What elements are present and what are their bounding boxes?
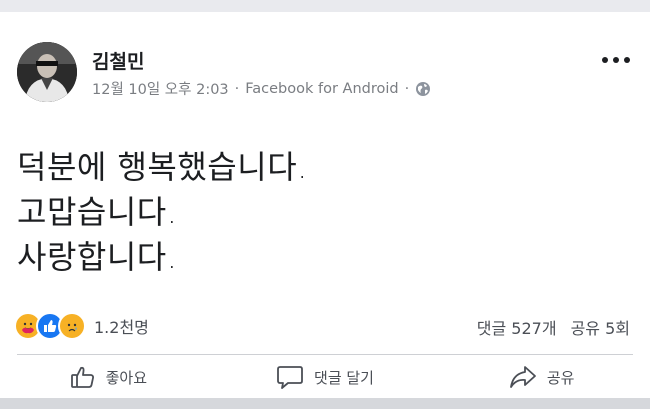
thumbs-up-icon [70, 365, 96, 389]
share-count[interactable]: 공유 5회 [571, 315, 630, 339]
dot-icon [602, 57, 608, 63]
share-button[interactable]: 공유 [433, 357, 650, 397]
post-source: Facebook for Android [245, 80, 399, 97]
post-body-line: 고맙습니다. [17, 193, 178, 231]
post-body-line: 사랑합니다. [17, 238, 178, 276]
divider [17, 354, 633, 355]
post-meta: 12월 10일 오후 2:03 · Facebook for Android · [92, 78, 431, 99]
comment-label: 댓글 달기 [314, 368, 374, 387]
sad-reaction-icon [58, 312, 86, 340]
globe-icon [415, 81, 431, 97]
reaction-icons [14, 312, 86, 340]
meta-separator: · [404, 80, 410, 97]
post-body-line: 덕분에 행복했습니다. [17, 148, 308, 186]
like-label: 좋아요 [105, 368, 148, 387]
reaction-count[interactable]: 1.2천명 [94, 314, 149, 338]
like-button[interactable]: 좋아요 [0, 357, 217, 397]
avatar[interactable] [17, 42, 77, 102]
more-options-button[interactable] [602, 53, 630, 67]
share-label: 공유 [546, 368, 575, 387]
comment-count[interactable]: 댓글 527개 [477, 315, 557, 339]
author-name[interactable]: 김철민 [92, 47, 144, 74]
post-body: 덕분에 행복했습니다. 고맙습니다. 사랑합니다. [17, 145, 308, 280]
post-card: 김철민 12월 10일 오후 2:03 · Facebook for Andro… [0, 12, 650, 398]
dot-icon [624, 57, 630, 63]
speech-bubble-icon [276, 364, 304, 390]
meta-separator: · [234, 80, 240, 97]
post-timestamp[interactable]: 12월 10일 오후 2:03 [92, 78, 229, 99]
feed-separator [0, 398, 650, 409]
share-arrow-icon [509, 365, 537, 389]
dot-icon [613, 57, 619, 63]
action-bar: 좋아요 댓글 달기 공유 [0, 357, 650, 397]
comment-button[interactable]: 댓글 달기 [217, 357, 434, 397]
reactions-summary[interactable]: 1.2천명 [14, 312, 149, 340]
post-stats: 댓글 527개 공유 5회 [477, 315, 630, 339]
